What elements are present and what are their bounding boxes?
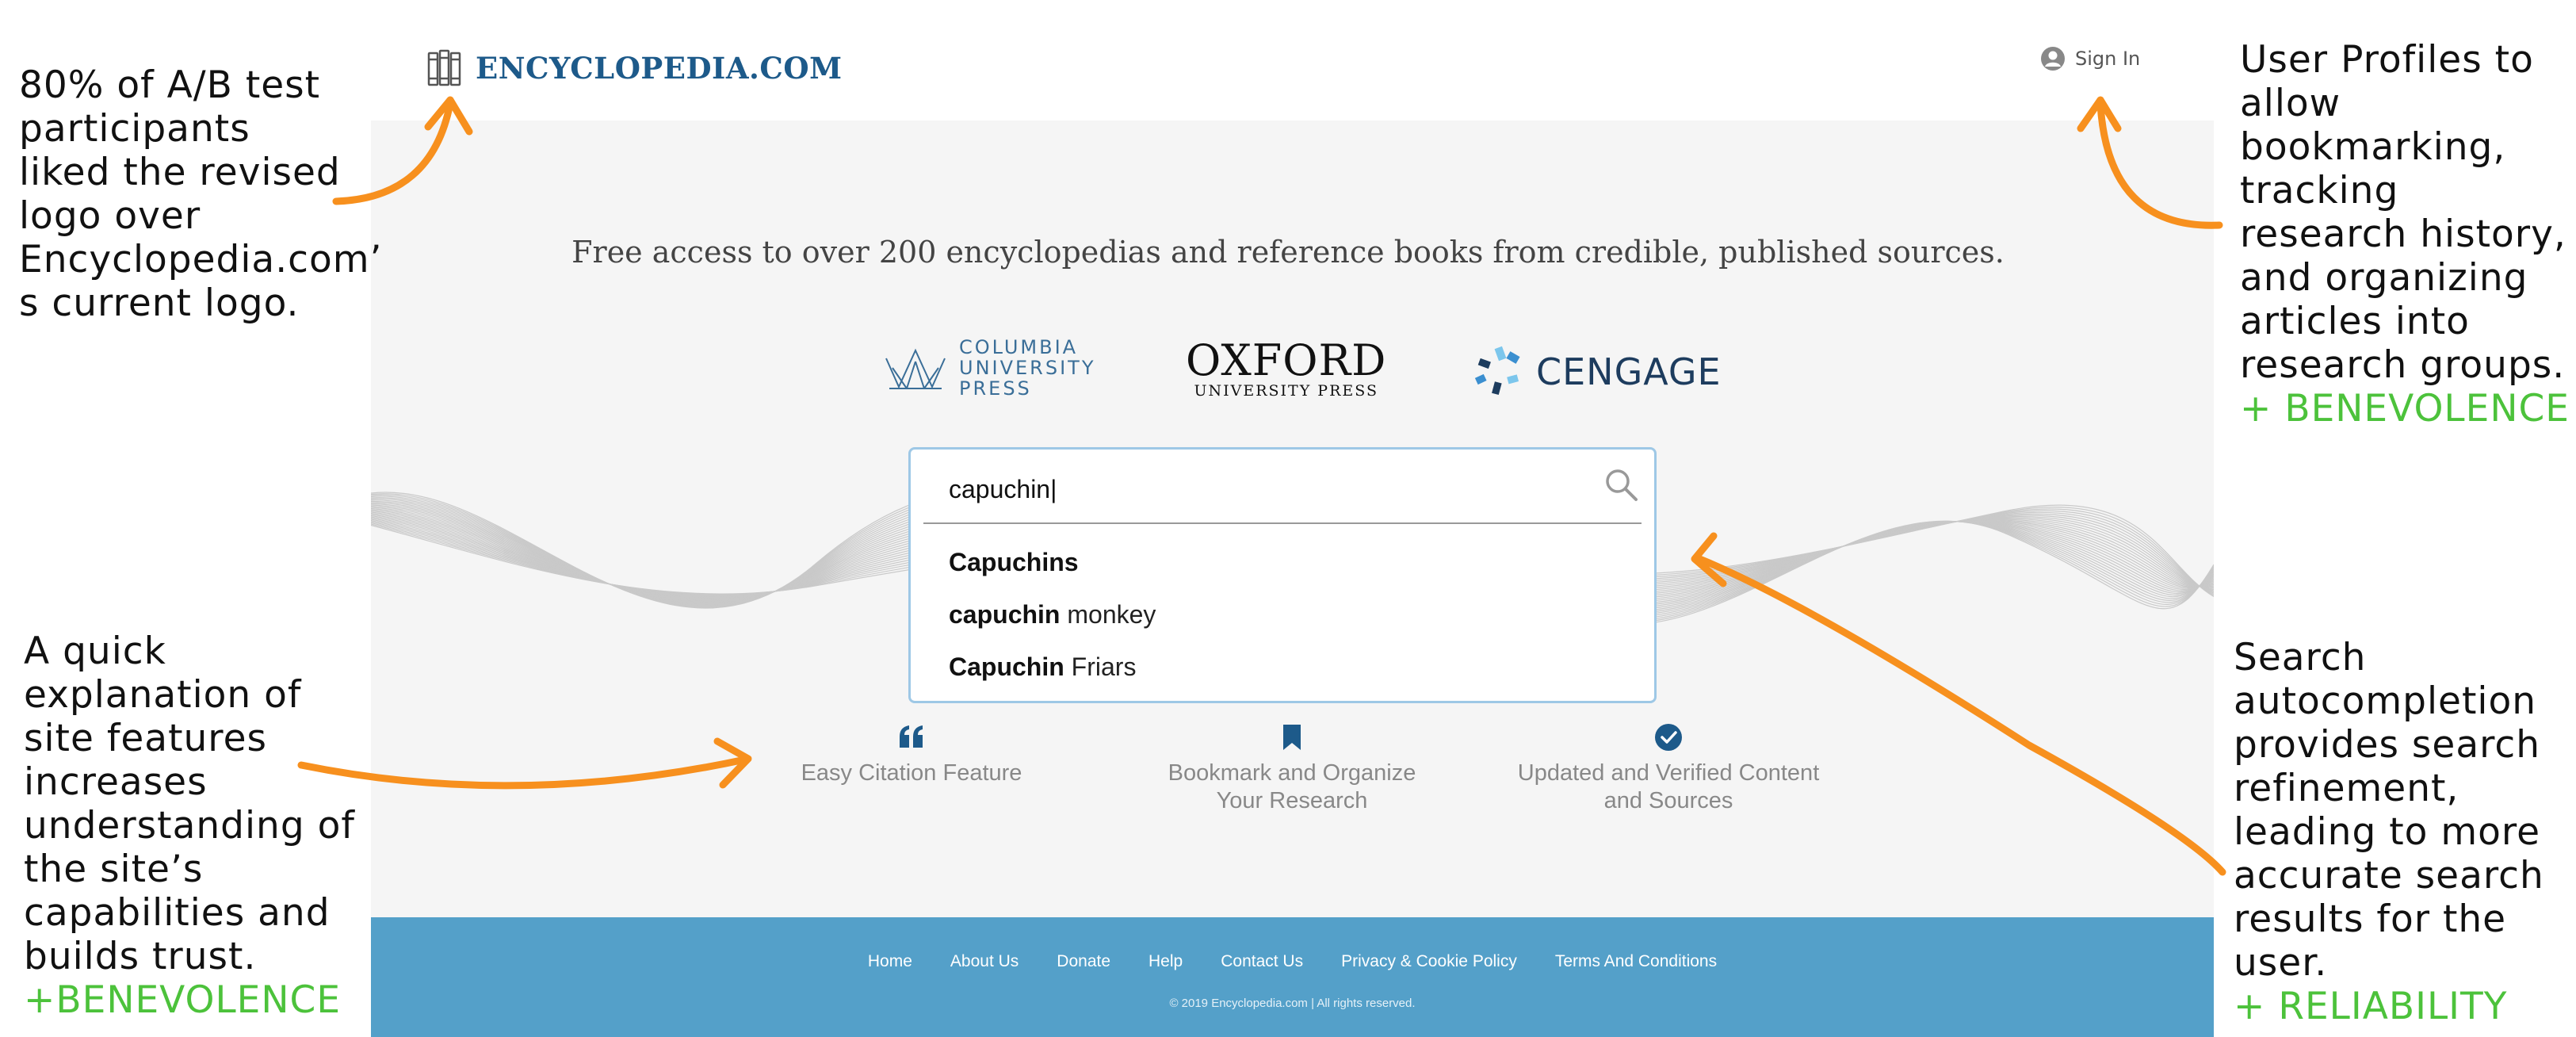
arrow-to-features: [297, 756, 749, 790]
arrow-to-search: [1694, 554, 2226, 876]
annotation-arrows: [297, 96, 2226, 876]
